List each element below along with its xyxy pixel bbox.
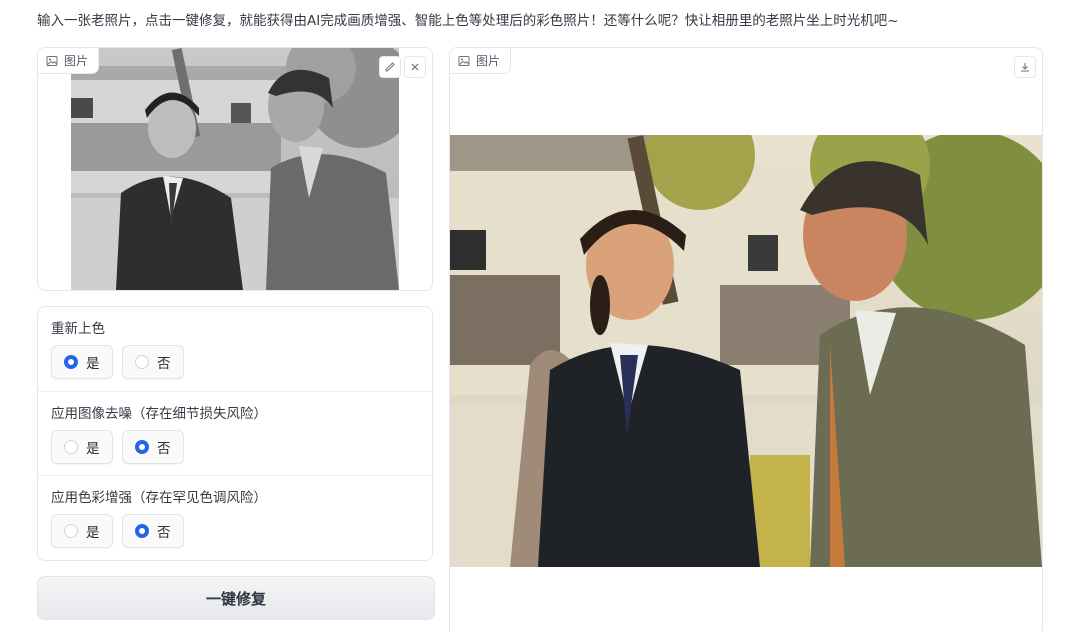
- output-photo: [450, 135, 1042, 567]
- app-page: 输入一张老照片，点击一键修复，就能获得由AI完成画质增强、智能上色等处理后的彩色…: [0, 0, 1080, 632]
- radio-label: 否: [157, 441, 171, 457]
- radio-label: 否: [157, 356, 171, 372]
- input-image-tag: 图片: [38, 48, 100, 74]
- radio-dot: [135, 355, 149, 369]
- output-image-tag-label: 图片: [476, 54, 501, 68]
- edit-button[interactable]: [379, 56, 401, 78]
- color-enhance-no-radio[interactable]: 否: [122, 514, 184, 548]
- radio-dot-selected: [135, 440, 149, 454]
- close-icon: [411, 63, 419, 71]
- color-enhance-yes-radio[interactable]: 是: [51, 514, 113, 548]
- radio-dot: [64, 440, 78, 454]
- image-icon: [46, 55, 58, 66]
- radio-dot-selected: [64, 355, 78, 369]
- options-panel: 重新上色 是 否 应用图像去噪（存在细节损失风险） 是 否 应用色彩增强（存在罕…: [37, 306, 433, 561]
- radio-label: 是: [86, 356, 100, 372]
- color-enhance-option-group: 应用色彩增强（存在罕见色调风险） 是 否: [38, 475, 432, 560]
- input-photo: [71, 48, 399, 290]
- denoise-label: 应用图像去噪（存在细节损失风险）: [51, 406, 267, 422]
- download-icon: [1021, 63, 1029, 72]
- denoise-option-group: 应用图像去噪（存在细节损失风险） 是 否: [38, 391, 432, 476]
- output-image-tag: 图片: [450, 48, 512, 74]
- input-image-panel[interactable]: 图片: [37, 47, 433, 291]
- image-icon: [458, 55, 470, 66]
- output-image-panel: 图片: [449, 47, 1043, 632]
- radio-label: 否: [157, 525, 171, 541]
- denoise-no-radio[interactable]: 否: [122, 430, 184, 464]
- restore-button[interactable]: 一键修复: [37, 576, 435, 620]
- radio-label: 是: [86, 525, 100, 541]
- pencil-icon: [385, 62, 395, 72]
- radio-dot: [64, 524, 78, 538]
- recolor-yes-radio[interactable]: 是: [51, 345, 113, 379]
- download-button[interactable]: [1014, 56, 1036, 78]
- radio-dot-selected: [135, 524, 149, 538]
- input-image-tag-label: 图片: [64, 54, 89, 68]
- recolor-option-group: 重新上色 是 否: [38, 307, 432, 391]
- radio-label: 是: [86, 441, 100, 457]
- recolor-label: 重新上色: [51, 321, 105, 337]
- recolor-no-radio[interactable]: 否: [122, 345, 184, 379]
- color-enhance-label: 应用色彩增强（存在罕见色调风险）: [51, 490, 267, 506]
- denoise-yes-radio[interactable]: 是: [51, 430, 113, 464]
- clear-image-button[interactable]: [404, 56, 426, 78]
- intro-text: 输入一张老照片，点击一键修复，就能获得由AI完成画质增强、智能上色等处理后的彩色…: [37, 13, 899, 29]
